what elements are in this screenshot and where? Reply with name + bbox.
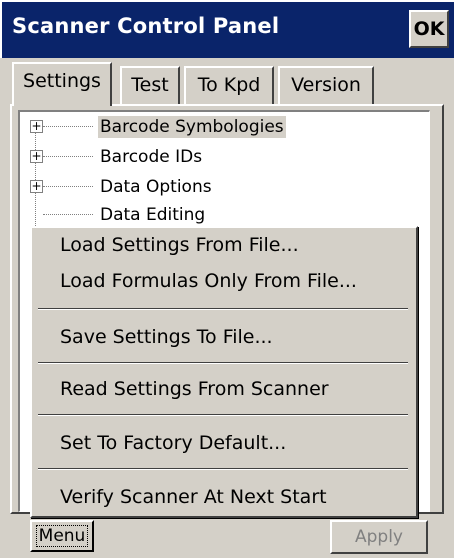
menu-item-load-settings[interactable]: Load Settings From File... [60, 234, 299, 256]
menu-item-verify-scanner[interactable]: Verify Scanner At Next Start [60, 486, 327, 508]
title-bar: Scanner Control Panel OK [0, 0, 454, 58]
context-menu: Load Settings From File... Load Formulas… [30, 226, 418, 518]
tab-to-kpd[interactable]: To Kpd [184, 66, 274, 104]
tab-label: Test [131, 74, 169, 96]
tree-connector-line [35, 126, 36, 226]
tree-item-label[interactable]: Barcode Symbologies [98, 116, 286, 138]
tree-branch-line [43, 126, 93, 127]
menu-separator [38, 414, 408, 416]
plus-box-icon[interactable]: + [30, 120, 43, 133]
menu-item-read-settings[interactable]: Read Settings From Scanner [60, 378, 329, 400]
menu-item-save-settings[interactable]: Save Settings To File... [60, 326, 273, 348]
tab-version[interactable]: Version [278, 66, 374, 104]
plus-box-icon[interactable]: + [30, 150, 43, 163]
tree-item-label[interactable]: Barcode IDs [98, 146, 204, 168]
ok-button[interactable]: OK [409, 10, 449, 48]
tab-label: Version [291, 74, 361, 96]
window-title: Scanner Control Panel [12, 14, 280, 38]
menu-separator [38, 362, 408, 364]
tab-settings[interactable]: Settings [12, 62, 112, 106]
plus-box-icon[interactable]: + [30, 180, 43, 193]
menu-item-load-formulas[interactable]: Load Formulas Only From File... [60, 270, 357, 292]
tree-branch-line [43, 186, 93, 187]
tab-test[interactable]: Test [120, 66, 180, 104]
menu-item-factory-default[interactable]: Set To Factory Default... [60, 432, 286, 454]
tree-item-label[interactable]: Data Editing [98, 204, 207, 226]
apply-button[interactable]: Apply [330, 520, 428, 554]
menu-button[interactable]: Menu [30, 520, 94, 552]
menu-separator [38, 468, 408, 470]
menu-separator [38, 308, 408, 310]
tree-branch-line [43, 214, 93, 215]
menu-button-label: Menu [35, 525, 89, 547]
tab-label: Settings [23, 70, 101, 92]
tab-label: To Kpd [197, 74, 261, 96]
tree-item-label[interactable]: Data Options [98, 176, 214, 198]
tree-branch-line [43, 156, 93, 157]
